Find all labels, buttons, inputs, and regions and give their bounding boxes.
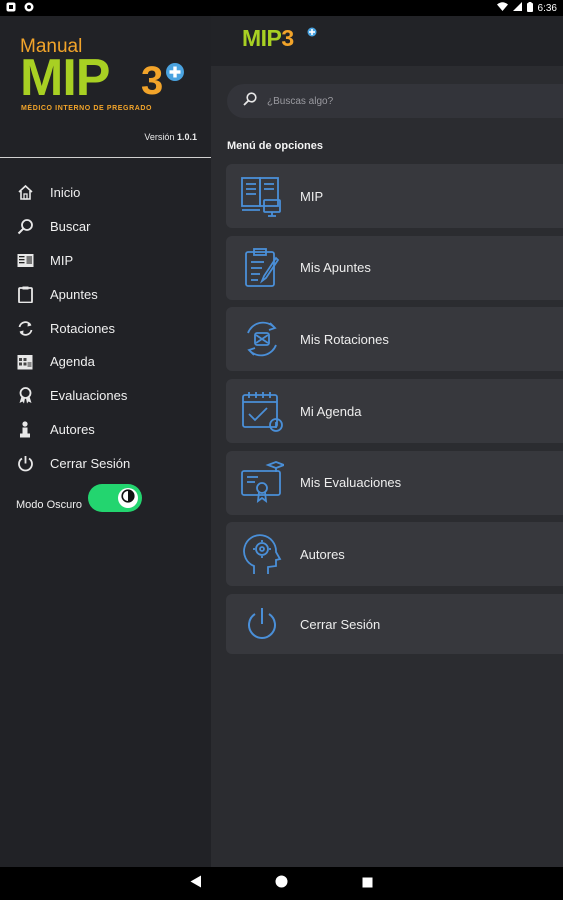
app-bar-logo: MIP3 [242,25,294,52]
agenda-icon [240,389,284,433]
wifi-icon [496,2,508,14]
home-button[interactable] [272,874,292,894]
logo-three-text: 3 [141,59,164,103]
drawer-item-label: Inicio [50,185,81,201]
drawer-item-label: Evaluaciones [50,388,128,404]
drawer-item-label: Apuntes [50,286,98,302]
drawer-item-inicio[interactable]: Inicio [0,176,211,210]
notification-circle-icon [24,0,34,17]
menu-card-mip[interactable]: MIP [226,164,563,228]
search-icon [243,91,257,111]
drawer-item-label: Cerrar Sesión [50,455,131,471]
drawer-item-cerrar-sesion[interactable]: Cerrar Sesión [0,446,211,480]
menu-card-mi-agenda[interactable]: Mi Agenda [226,379,563,444]
books-icon [240,174,284,218]
card-label: Mi Agenda [300,403,362,419]
contrast-icon [121,488,135,508]
drawer-item-mip[interactable]: MIP [0,244,211,278]
options-menu: MIP Mis Apuntes Mis Rotaciones Mi Agenda [226,164,563,662]
dark-mode-row: Modo Oscuro [16,484,143,512]
app-bar: MIP3 [211,16,563,66]
dark-mode-toggle[interactable] [88,484,143,512]
menu-card-mis-rotaciones[interactable]: Mis Rotaciones [226,307,563,372]
drawer-item-rotaciones[interactable]: Rotaciones [0,311,211,345]
card-label: Mis Rotaciones [300,331,389,347]
recents-square-icon [362,875,373,893]
power-icon [240,602,284,646]
menu-card-mis-apuntes[interactable]: Mis Apuntes [226,235,563,300]
card-label: Mis Evaluaciones [300,475,402,491]
drawer-item-autores[interactable]: Autores [0,413,211,447]
menu-card-mis-evaluaciones[interactable]: Mis Evaluaciones [226,450,563,515]
drawer-item-evaluaciones[interactable]: Evaluaciones [0,379,211,413]
status-time: 6:36 [537,2,557,14]
toggle-knob [118,488,139,508]
system-nav-bar [0,867,563,900]
search-bar[interactable]: ¿Buscas algo? [227,84,563,118]
card-label: Mis Apuntes [300,260,371,276]
clipboard-icon [16,285,34,303]
menu-card-autores[interactable]: Autores [226,522,563,587]
drawer-nav: Inicio Buscar MIP Apuntes Rotaciones Age… [0,176,211,480]
version-number: 1.0.1 [176,132,197,142]
drawer-item-apuntes[interactable]: Apuntes [0,277,211,311]
notes-icon [240,246,284,290]
certificate-icon [240,460,284,505]
section-title: Menú de opciones [227,140,323,152]
dark-mode-label: Modo Oscuro [16,499,83,511]
search-icon [16,218,34,236]
battery-icon [526,1,533,15]
drawer-item-label: Rotaciones [50,320,116,336]
logo-subtitle: MÉDICO INTERNO DE PREGRADO [21,105,153,112]
drawer-item-buscar[interactable]: Buscar [0,210,211,244]
rotation-icon [240,317,284,361]
menu-card-cerrar-sesion[interactable]: Cerrar Sesión [226,594,563,655]
drawer-item-label: Autores [50,421,95,437]
back-button[interactable] [186,874,206,894]
drawer-item-agenda[interactable]: Agenda [0,345,211,379]
notification-square-icon [6,0,16,17]
home-icon [16,184,34,202]
status-bar: 6:36 [0,0,563,16]
logo-plus-icon [165,62,185,87]
app-bar-logo-three: 3 [281,25,294,51]
award-icon [16,387,34,405]
back-triangle-icon [190,875,202,893]
home-circle-icon [275,875,288,893]
app-logo: Manual MIP 3 MÉDICO INTERNO DE PREGRADO … [0,16,211,158]
drawer-item-label: Agenda [50,354,95,370]
drawer-item-label: MIP [50,252,74,268]
drawer-divider [0,157,211,158]
power-icon [16,454,34,472]
app-bar-logo-text: MIP [242,25,282,51]
rotate-icon [16,319,34,337]
recents-button[interactable] [358,874,378,894]
version-label: Versión [144,132,175,142]
drawer-item-label: Buscar [50,219,91,235]
book-icon [16,251,34,269]
card-label: Autores [300,546,345,562]
version-info: Versión 1.0.1 [144,132,197,142]
card-label: Cerrar Sesión [300,616,381,632]
app-bar-plus-icon [307,24,317,42]
calendar-icon [16,353,34,371]
search-input[interactable]: ¿Buscas algo? [267,96,333,107]
head-icon [240,532,284,576]
main-content: MIP3 ¿Buscas algo? Menú de opciones MIP … [211,16,563,867]
signal-icon [512,2,522,14]
person-icon [16,420,34,438]
card-label: MIP [300,188,324,204]
navigation-drawer: Manual MIP 3 MÉDICO INTERNO DE PREGRADO … [0,16,211,867]
logo-mip-text: MIP [20,49,110,107]
